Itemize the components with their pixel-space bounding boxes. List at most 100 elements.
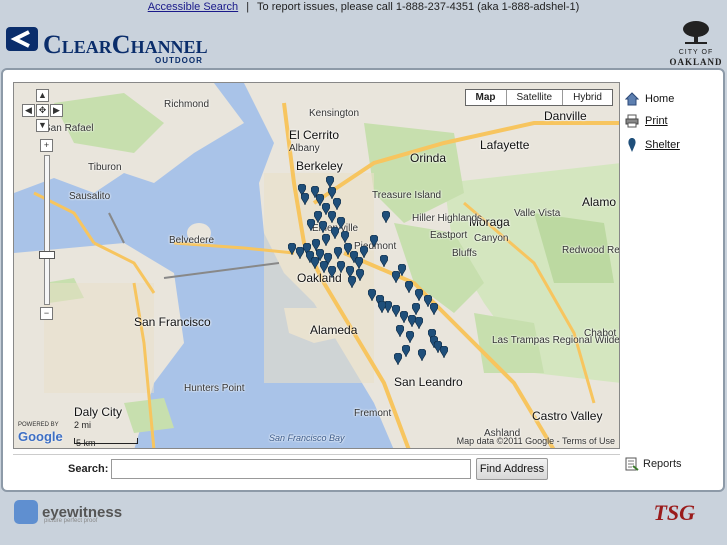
search-input[interactable] [111,459,471,479]
accessible-search-link[interactable]: Accessible Search [148,1,239,13]
shelter-marker-icon[interactable] [406,331,414,343]
shelter-marker-icon[interactable] [382,211,390,223]
main-panel: El Cerrito Kensington Albany Berkeley Em… [1,68,725,492]
oakland-text: OAKLAND [669,57,723,67]
search-row: Search: Find Address [13,454,620,482]
footer: eyewitness picture perfect proof TSG [0,494,727,545]
zoom-out-icon[interactable]: − [40,307,53,320]
shelter-marker-icon[interactable] [405,281,413,293]
print-link[interactable]: Print [645,115,668,127]
place-label: Chabot Regional Park [584,328,619,339]
shelter-marker-icon[interactable] [322,234,330,246]
place-label: San Francisco [134,315,211,329]
shelter-marker-icon[interactable] [368,289,376,301]
pan-left-icon[interactable]: ◀ [22,104,35,117]
shelter-marker-icon[interactable] [418,349,426,361]
place-label: Alamo [582,195,617,209]
city-of-text: CITY OF [678,49,714,56]
scale-km: 5 km [76,438,96,448]
place-label: Richmond [164,99,210,110]
map-attribution[interactable]: Map data ©2011 Google - Terms of Use [457,436,615,446]
shelter-marker-icon[interactable] [412,303,420,315]
place-label: Orinda [410,151,447,165]
pan-center-icon[interactable]: ✥ [36,104,49,117]
sidebar-item-home[interactable]: Home [625,88,725,110]
place-label: Albany [289,143,320,154]
clearchannel-mark-icon [6,27,38,51]
map-type-satellite-button[interactable]: Satellite [505,90,563,105]
report-issue-text: To report issues, please call 1-888-237-… [257,1,580,13]
shelter-marker-icon[interactable] [328,211,336,223]
shelter-marker-icon[interactable] [400,311,408,323]
pan-right-icon[interactable]: ▶ [50,104,63,117]
find-address-button[interactable]: Find Address [476,458,548,480]
place-label: Redwood Regional Park [562,245,620,256]
shelter-marker-icon[interactable] [440,346,448,358]
shelter-marker-icon[interactable] [288,243,296,255]
shelter-marker-icon[interactable] [348,276,356,288]
pan-up-icon[interactable]: ▲ [36,89,49,102]
reports-link[interactable]: Reports [643,458,682,470]
shelter-marker-icon[interactable] [378,301,386,313]
map-type-control: Map Satellite Hybrid [464,89,613,106]
home-icon [625,92,639,106]
shelter-marker-icon[interactable] [415,289,423,301]
shelter-marker-icon[interactable] [430,303,438,315]
shelter-marker-icon[interactable] [320,261,328,273]
shelter-marker-icon[interactable] [331,227,339,239]
shelter-marker-icon[interactable] [370,235,378,247]
shelter-marker-icon[interactable] [311,257,319,269]
sidebar-item-reports[interactable]: Reports [625,454,682,474]
shelter-marker-icon[interactable] [333,198,341,210]
shelter-marker-icon[interactable] [319,221,327,233]
place-label: Kensington [309,108,360,119]
place-label: San Leandro [394,375,463,389]
brand-sub: OUTDOOR [155,56,203,65]
place-label: San Rafael [44,123,94,134]
shelter-marker-icon[interactable] [328,266,336,278]
shelter-marker-icon[interactable] [380,255,388,267]
shelter-marker-icon[interactable] [355,257,363,269]
shelter-marker-icon[interactable] [356,269,364,281]
shelter-marker-icon[interactable] [337,261,345,273]
shelter-marker-icon[interactable] [394,353,402,365]
shelter-marker-icon[interactable] [296,247,304,259]
eyewitness-tagline: picture perfect proof [44,518,98,524]
shelter-marker-icon [628,138,636,152]
place-label: Treasure Island [372,190,442,201]
sidebar-item-shelter[interactable]: Shelter [625,134,725,156]
header: ClearChannel OUTDOOR CITY OF OAKLAND [0,16,727,67]
shelter-marker-icon[interactable] [360,246,368,258]
place-label: Danville [544,109,587,123]
zoom-in-icon[interactable]: + [40,139,53,152]
printer-icon [625,114,639,128]
shelter-marker-icon[interactable] [402,345,410,357]
zoom-slider-handle[interactable] [39,251,55,259]
shelter-link[interactable]: Shelter [645,139,680,151]
water-label: San Francisco Bay [269,433,345,443]
shelter-marker-icon[interactable] [334,247,342,259]
place-label: Berkeley [296,159,343,173]
oak-tree-icon [683,21,709,44]
shelter-marker-icon[interactable] [392,305,400,317]
google-logo[interactable]: Google [18,429,63,444]
scale-mi: 2 mi [74,420,92,430]
shelter-marker-icon[interactable] [307,219,315,231]
map-type-map-button[interactable]: Map [466,90,506,105]
sidebar-item-print[interactable]: Print [625,110,725,132]
place-label: Fremont [354,408,392,419]
shelter-marker-icon[interactable] [301,193,309,205]
google-map[interactable]: El Cerrito Kensington Albany Berkeley Em… [13,82,620,449]
pan-down-icon[interactable]: ▼ [36,119,49,132]
map-type-hybrid-button[interactable]: Hybrid [562,90,612,105]
shelter-marker-icon[interactable] [392,271,400,283]
place-label: Castro Valley [532,409,603,423]
shelter-marker-icon[interactable] [396,325,404,337]
shelter-marker-icon[interactable] [341,231,349,243]
zoom-slider-track[interactable] [44,155,50,305]
place-label: Hiller Highlands [412,213,483,224]
place-label: Valle Vista [514,208,561,219]
place-label: Eastport [430,230,468,241]
home-link[interactable]: Home [645,93,674,105]
shelter-marker-icon[interactable] [415,317,423,329]
